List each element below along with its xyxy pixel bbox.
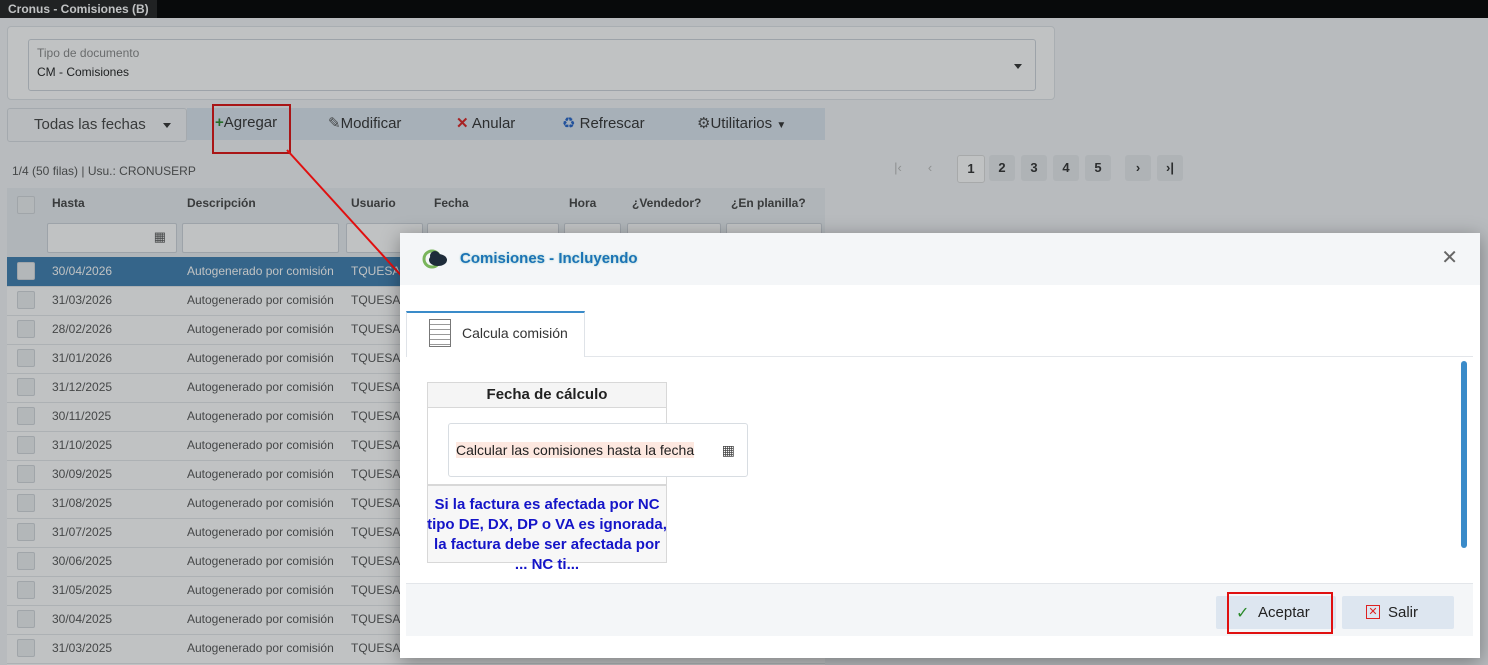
cloud-app-icon	[422, 247, 448, 269]
close-icon[interactable]: ✕	[1441, 245, 1458, 270]
dialog-header: Comisiones - Incluyendo ✕	[400, 233, 1480, 285]
calculation-date-label: Calcular las comisiones hasta la fecha	[456, 442, 695, 458]
highlight-accept-button	[1227, 592, 1333, 634]
dialog-title: Comisiones - Incluyendo	[460, 250, 638, 267]
calculation-date-input[interactable]: Calcular las comisiones hasta la fecha ▦	[448, 423, 748, 477]
spreadsheet-icon	[429, 319, 451, 347]
dialog-scrollbar[interactable]	[1461, 361, 1467, 548]
close-box-icon: ✕	[1366, 605, 1380, 619]
tab-label: Calcula comisión	[462, 325, 568, 341]
tab-calcula-comision[interactable]: Calcula comisión	[406, 311, 585, 357]
calendar-icon[interactable]: ▦	[722, 442, 735, 459]
fieldset-title: Fecha de cálculo	[427, 382, 667, 408]
credit-note-warning: Si la factura es afectada por NC tipo DE…	[427, 496, 667, 573]
dialog-body: Fecha de cálculo Calcular las comisiones…	[406, 357, 1473, 583]
dialog-tabs: Calcula comisión	[406, 311, 1473, 357]
exit-label: Salir	[1388, 604, 1419, 621]
exit-button[interactable]: ✕ Salir	[1342, 596, 1454, 629]
